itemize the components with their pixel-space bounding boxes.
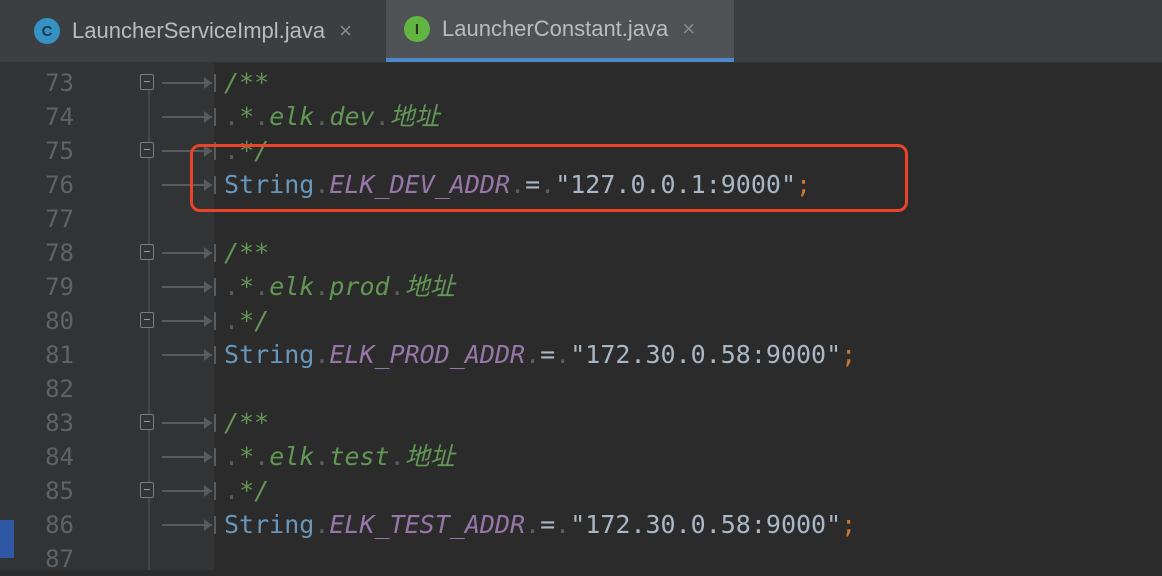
tab-indent-arrow-icon xyxy=(162,482,216,500)
line-number: 79 xyxy=(45,273,74,301)
javadoc-text: .*.elk.test.地址 xyxy=(224,442,455,471)
javadoc-text: .*.elk.prod.地址 xyxy=(224,272,455,301)
line-number: 81 xyxy=(45,341,74,369)
code-line: 73 /** xyxy=(0,66,1162,100)
fold-icon[interactable] xyxy=(140,74,154,90)
javadoc-open: /** xyxy=(224,408,270,437)
line-number: 75 xyxy=(45,137,74,165)
code-line: 87 xyxy=(0,542,1162,576)
highlight-box xyxy=(190,144,908,212)
line-number: 74 xyxy=(45,103,74,131)
code-line: 78 /** xyxy=(0,236,1162,270)
editor-tab-bar: C LauncherServiceImpl.java × I LauncherC… xyxy=(0,0,1162,63)
line-number: 83 xyxy=(45,409,74,437)
tab-indent-arrow-icon xyxy=(162,108,216,126)
close-icon[interactable]: × xyxy=(339,18,352,44)
code-line: 86 String.ELK_TEST_ADDR.=."172.30.0.58:9… xyxy=(0,508,1162,542)
fold-icon[interactable] xyxy=(140,142,154,158)
fold-icon[interactable] xyxy=(140,244,154,260)
tab-indent-arrow-icon xyxy=(162,414,216,432)
interface-icon: I xyxy=(404,16,430,42)
code-line: 83 /** xyxy=(0,406,1162,440)
code-line: 79 .*.elk.prod.地址 xyxy=(0,270,1162,304)
fold-icon[interactable] xyxy=(140,414,154,430)
line-number: 85 xyxy=(45,477,74,505)
tab-launcher-service-impl[interactable]: C LauncherServiceImpl.java × xyxy=(18,0,380,62)
javadoc-text: .*.elk.dev.地址 xyxy=(224,102,440,131)
tab-indent-arrow-icon xyxy=(162,278,216,296)
tab-label: LauncherServiceImpl.java xyxy=(72,18,326,43)
javadoc-close: .*/ xyxy=(224,476,270,505)
tab-label: LauncherConstant.java xyxy=(442,16,669,41)
javadoc-open: /** xyxy=(224,238,270,267)
tab-indent-arrow-icon xyxy=(162,244,216,262)
tab-indent-arrow-icon xyxy=(162,312,216,330)
code-line: 74 .*.elk.dev.地址 xyxy=(0,100,1162,134)
line-number: 78 xyxy=(45,239,74,267)
line-number: 77 xyxy=(45,205,74,233)
tab-indent-arrow-icon xyxy=(162,516,216,534)
tab-indent-arrow-icon xyxy=(162,74,216,92)
tab-indent-arrow-icon xyxy=(162,448,216,466)
code-line: 84 .*.elk.test.地址 xyxy=(0,440,1162,474)
line-number: 82 xyxy=(45,375,74,403)
code-line: 85 .*/ xyxy=(0,474,1162,508)
fold-icon[interactable] xyxy=(140,482,154,498)
tab-launcher-constant[interactable]: I LauncherConstant.java × xyxy=(386,0,734,62)
tab-indent-arrow-icon xyxy=(162,346,216,364)
line-number: 73 xyxy=(45,69,74,97)
line-number: 76 xyxy=(45,171,74,199)
code-line: 82 xyxy=(0,372,1162,406)
class-icon: C xyxy=(34,18,60,44)
code-line: 80 .*/ xyxy=(0,304,1162,338)
constant-declaration: String.ELK_PROD_ADDR.=."172.30.0.58:9000… xyxy=(224,340,857,369)
javadoc-close: .*/ xyxy=(224,306,270,335)
line-number: 87 xyxy=(45,545,74,573)
line-number: 86 xyxy=(45,511,74,539)
code-line: 81 String.ELK_PROD_ADDR.=."172.30.0.58:9… xyxy=(0,338,1162,372)
close-icon[interactable]: × xyxy=(682,16,695,42)
line-number: 84 xyxy=(45,443,74,471)
javadoc-open: /** xyxy=(224,68,270,97)
line-number: 80 xyxy=(45,307,74,335)
constant-declaration: String.ELK_TEST_ADDR.=."172.30.0.58:9000… xyxy=(224,510,857,539)
fold-icon[interactable] xyxy=(140,312,154,328)
